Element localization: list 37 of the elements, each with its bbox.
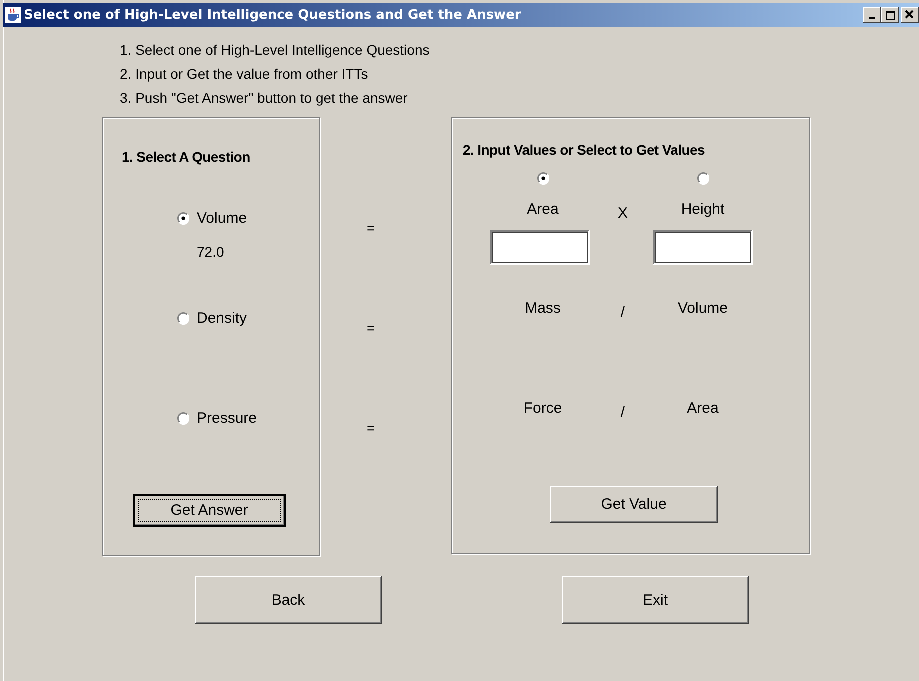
maximize-button[interactable] (881, 7, 899, 23)
minimize-button[interactable] (863, 7, 881, 23)
input-field[interactable] (653, 230, 753, 265)
instruction-text: 1. Select one of High-Level Intelligence Questions (120, 41, 431, 59)
operand-label: Area (527, 200, 559, 218)
radio-button[interactable] (177, 212, 190, 224)
panel-title: 1. Select A Question (122, 149, 252, 165)
operand-label: Area (687, 400, 719, 416)
instruction-text: 2. Input or Get the value from other ITTs (120, 65, 370, 83)
radio-button[interactable] (696, 172, 710, 185)
question-option[interactable]: Density (197, 310, 248, 326)
action-button[interactable]: Back (195, 576, 382, 624)
operator-sign: / (620, 404, 626, 420)
input-field[interactable] (490, 230, 590, 265)
radio-button[interactable] (536, 172, 550, 185)
operand-label: Volume (678, 300, 728, 316)
operand-label: Mass (525, 300, 561, 316)
window-title: Select one of High-Level Intelligence Questions and Get the Answer (24, 8, 522, 22)
question-option[interactable]: Volume (197, 210, 248, 226)
radio-button[interactable] (177, 312, 190, 324)
close-button[interactable] (901, 7, 919, 23)
equals-sign: = (366, 420, 376, 438)
operator-sign: / (620, 304, 626, 320)
get-value-button[interactable]: Get Value (550, 486, 718, 523)
coffee-cup-icon (5, 7, 21, 23)
operator-sign: X (618, 204, 628, 222)
action-button[interactable]: Exit (562, 576, 749, 624)
equals-sign: = (366, 320, 376, 338)
panel-title: 2. Input Values or Select to Get Values (463, 142, 706, 158)
equals-sign: = (366, 220, 376, 238)
radio-button[interactable] (177, 412, 190, 424)
get-answer-button[interactable]: Get Answer (133, 494, 286, 527)
question-option[interactable]: Pressure (197, 410, 258, 426)
answer-value: 72.0 (197, 244, 226, 260)
operand-label: Height (681, 200, 725, 218)
instruction-text: 3. Push "Get Answer" button to get the answer (120, 89, 409, 107)
operand-label: Force (524, 400, 562, 416)
